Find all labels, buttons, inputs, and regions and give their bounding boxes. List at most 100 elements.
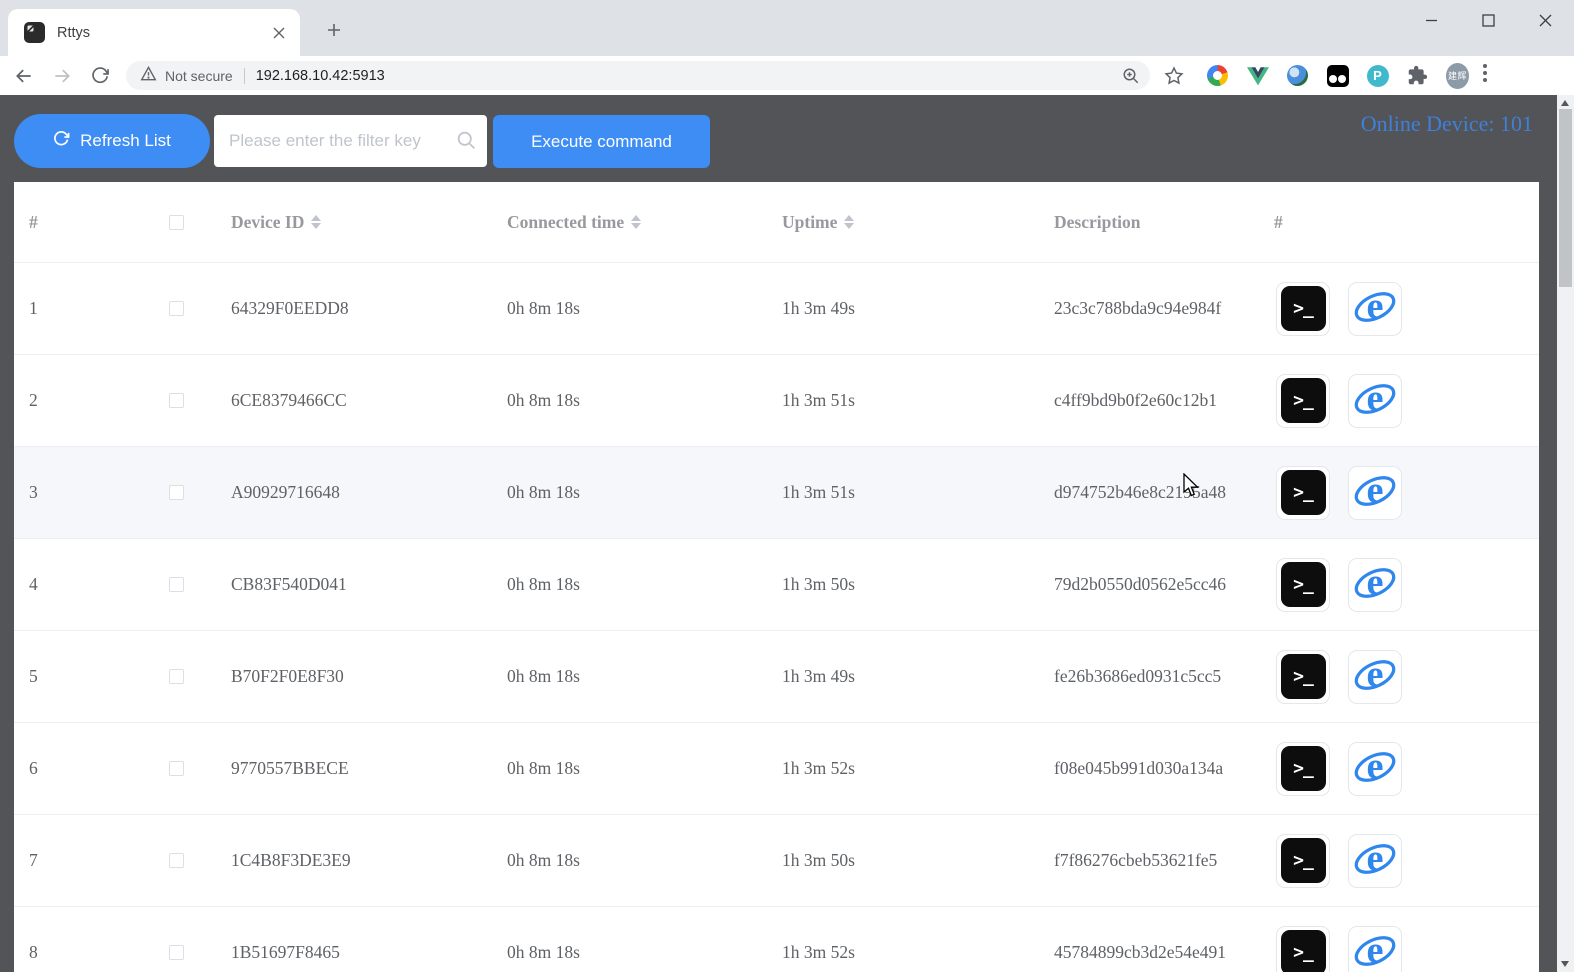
open-web-button[interactable]: e bbox=[1348, 374, 1402, 428]
bookmark-star-icon[interactable] bbox=[1164, 66, 1184, 86]
new-tab-button[interactable] bbox=[320, 16, 348, 44]
row-checkbox[interactable] bbox=[169, 669, 184, 684]
open-web-button[interactable]: e bbox=[1348, 834, 1402, 888]
zoom-icon[interactable] bbox=[1122, 67, 1140, 85]
browser-tab[interactable]: Rttys bbox=[8, 9, 300, 56]
connected-time-cell: 0h 8m 18s bbox=[492, 942, 767, 963]
row-index: 8 bbox=[14, 942, 154, 963]
table-row[interactable]: 7 1C4B8F3DE3E9 0h 8m 18s 1h 3m 50s f7f86… bbox=[14, 815, 1539, 907]
header-uptime[interactable]: Uptime bbox=[767, 212, 1039, 233]
maximize-button[interactable] bbox=[1460, 0, 1517, 40]
sort-caret-icon[interactable] bbox=[311, 215, 321, 229]
open-terminal-button[interactable]: >_ bbox=[1276, 926, 1330, 972]
terminal-icon: >_ bbox=[1281, 838, 1326, 883]
table-row[interactable]: 1 64329F0EEDD8 0h 8m 18s 1h 3m 49s 23c3c… bbox=[14, 263, 1539, 355]
browser-menu-icon[interactable] bbox=[1483, 64, 1487, 87]
row-index: 5 bbox=[14, 666, 154, 687]
url-text[interactable]: 192.168.10.42:5913 bbox=[256, 68, 1122, 84]
row-checkbox[interactable] bbox=[169, 301, 184, 316]
table-row[interactable]: 6 9770557BBECE 0h 8m 18s 1h 3m 52s f08e0… bbox=[14, 723, 1539, 815]
uptime-cell: 1h 3m 52s bbox=[767, 942, 1039, 963]
open-terminal-button[interactable]: >_ bbox=[1276, 558, 1330, 612]
uptime-cell: 1h 3m 49s bbox=[767, 298, 1039, 319]
table-row[interactable]: 8 1B51697F8465 0h 8m 18s 1h 3m 52s 45784… bbox=[14, 907, 1539, 972]
reload-icon[interactable] bbox=[86, 62, 114, 90]
table-row[interactable]: 4 CB83F540D041 0h 8m 18s 1h 3m 50s 79d2b… bbox=[14, 539, 1539, 631]
table-row[interactable]: 2 6CE8379466CC 0h 8m 18s 1h 3m 51s c4ff9… bbox=[14, 355, 1539, 447]
uptime-cell: 1h 3m 50s bbox=[767, 850, 1039, 871]
row-checkbox[interactable] bbox=[169, 945, 184, 960]
close-tab-icon[interactable] bbox=[270, 24, 288, 42]
device-table: # Device ID Connected time Uptime Descri… bbox=[14, 182, 1539, 972]
globe-extension-icon[interactable] bbox=[1286, 64, 1309, 87]
open-terminal-button[interactable]: >_ bbox=[1276, 282, 1330, 336]
row-index: 3 bbox=[14, 482, 154, 503]
browser-chrome: Rttys bbox=[0, 0, 1574, 95]
not-secure-warning-icon[interactable] bbox=[140, 66, 157, 86]
security-label[interactable]: Not secure bbox=[165, 68, 233, 84]
header-actions: # bbox=[1259, 212, 1539, 233]
forward-icon[interactable] bbox=[48, 62, 76, 90]
select-all-checkbox[interactable] bbox=[169, 215, 184, 230]
scroll-down-icon[interactable] bbox=[1561, 961, 1569, 967]
header-connected-time[interactable]: Connected time bbox=[492, 212, 767, 233]
sort-caret-icon[interactable] bbox=[844, 215, 854, 229]
row-checkbox[interactable] bbox=[169, 761, 184, 776]
ie-browser-icon: e bbox=[1352, 560, 1398, 609]
close-window-button[interactable] bbox=[1517, 0, 1574, 40]
p-extension-icon[interactable]: P bbox=[1366, 64, 1389, 87]
address-bar[interactable]: Not secure 192.168.10.42:5913 bbox=[126, 61, 1150, 90]
sort-caret-icon[interactable] bbox=[631, 215, 641, 229]
scroll-up-icon[interactable] bbox=[1561, 100, 1569, 106]
page-scrollbar[interactable] bbox=[1557, 95, 1574, 972]
open-web-button[interactable]: e bbox=[1348, 926, 1402, 972]
filter-input[interactable] bbox=[214, 115, 487, 167]
svg-text:e: e bbox=[1366, 838, 1383, 880]
row-checkbox[interactable] bbox=[169, 485, 184, 500]
open-terminal-button[interactable]: >_ bbox=[1276, 466, 1330, 520]
connected-time-cell: 0h 8m 18s bbox=[492, 390, 767, 411]
open-web-button[interactable]: e bbox=[1348, 742, 1402, 796]
execute-command-button[interactable]: Execute command bbox=[493, 115, 710, 168]
back-icon[interactable] bbox=[10, 62, 38, 90]
description-cell: fe26b3686ed0931c5cc5 bbox=[1039, 666, 1259, 687]
device-id-cell: A90929716648 bbox=[216, 482, 492, 503]
table-row[interactable]: 5 B70F2F0E8F30 0h 8m 18s 1h 3m 49s fe26b… bbox=[14, 631, 1539, 723]
table-row[interactable]: 3 A90929716648 0h 8m 18s 1h 3m 51s d9747… bbox=[14, 447, 1539, 539]
dark-box-extension-icon[interactable] bbox=[1326, 64, 1349, 87]
header-description: Description bbox=[1039, 212, 1259, 233]
online-device-count: Online Device: 101 bbox=[1361, 111, 1533, 137]
rttys-favicon-icon bbox=[24, 22, 45, 43]
ie-browser-icon: e bbox=[1352, 652, 1398, 701]
row-checkbox[interactable] bbox=[169, 577, 184, 592]
minimize-button[interactable] bbox=[1403, 0, 1460, 40]
connected-time-cell: 0h 8m 18s bbox=[492, 666, 767, 687]
uptime-cell: 1h 3m 51s bbox=[767, 390, 1039, 411]
window-controls bbox=[1403, 0, 1574, 40]
browser-toolbar: Not secure 192.168.10.42:5913 P 建辉 bbox=[0, 56, 1574, 95]
description-cell: c4ff9bd9b0f2e60c12b1 bbox=[1039, 390, 1259, 411]
scrollbar-thumb[interactable] bbox=[1559, 109, 1572, 287]
description-cell: d974752b46e8c2195a48 bbox=[1039, 482, 1259, 503]
open-web-button[interactable]: e bbox=[1348, 650, 1402, 704]
terminal-icon: >_ bbox=[1281, 470, 1326, 515]
rttys-page: Refresh List Execute command Online Devi… bbox=[0, 95, 1574, 972]
tab-title: Rttys bbox=[57, 25, 270, 41]
open-terminal-button[interactable]: >_ bbox=[1276, 650, 1330, 704]
color-wheel-extension-icon[interactable] bbox=[1206, 64, 1229, 87]
open-terminal-button[interactable]: >_ bbox=[1276, 374, 1330, 428]
profile-avatar[interactable]: 建辉 bbox=[1446, 64, 1469, 87]
row-checkbox[interactable] bbox=[169, 853, 184, 868]
open-web-button[interactable]: e bbox=[1348, 558, 1402, 612]
uptime-cell: 1h 3m 52s bbox=[767, 758, 1039, 779]
open-web-button[interactable]: e bbox=[1348, 282, 1402, 336]
vue-devtools-extension-icon[interactable] bbox=[1246, 64, 1269, 87]
search-icon[interactable] bbox=[456, 130, 477, 156]
open-terminal-button[interactable]: >_ bbox=[1276, 834, 1330, 888]
open-web-button[interactable]: e bbox=[1348, 466, 1402, 520]
refresh-list-button[interactable]: Refresh List bbox=[14, 114, 210, 168]
extensions-puzzle-icon[interactable] bbox=[1406, 64, 1429, 87]
header-device-id[interactable]: Device ID bbox=[216, 212, 492, 233]
open-terminal-button[interactable]: >_ bbox=[1276, 742, 1330, 796]
row-checkbox[interactable] bbox=[169, 393, 184, 408]
